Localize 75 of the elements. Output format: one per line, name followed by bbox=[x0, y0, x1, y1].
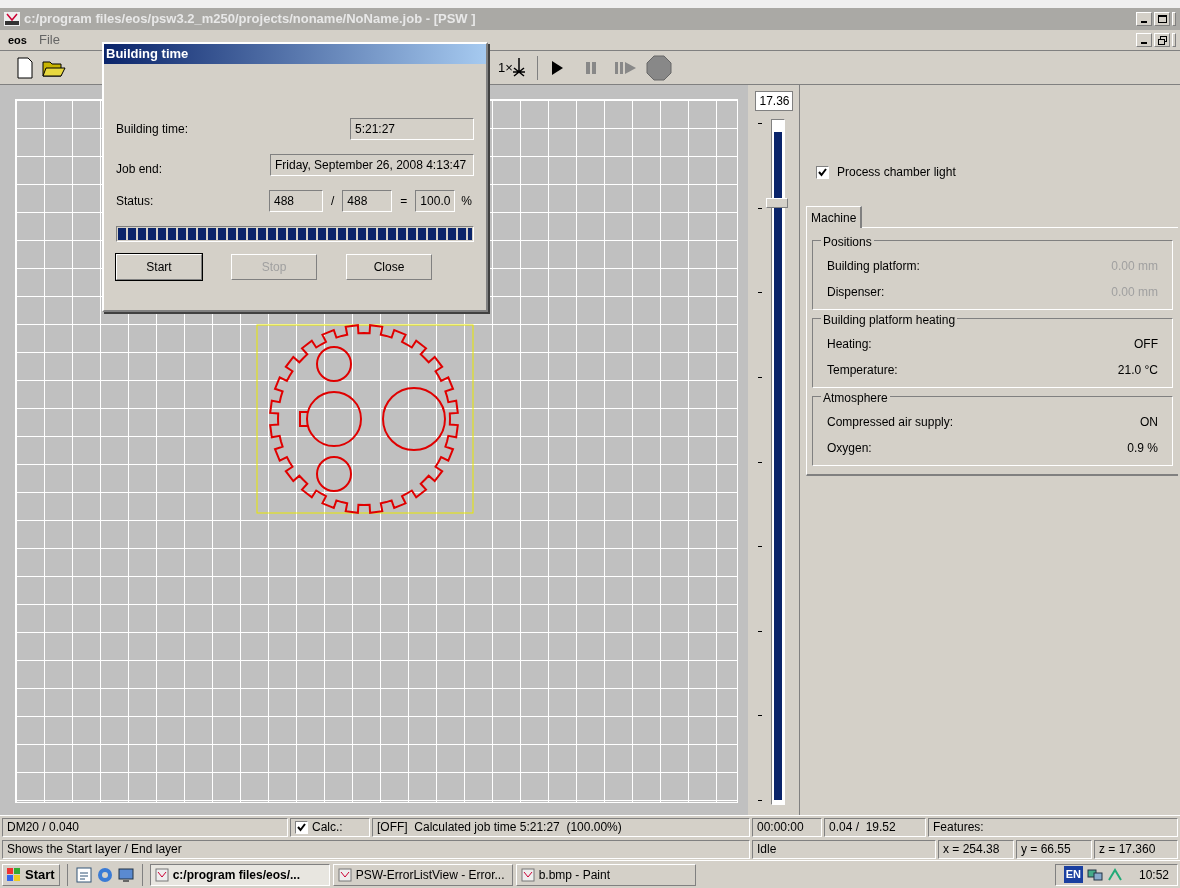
field-value: ON bbox=[1140, 414, 1158, 431]
status-cell: z = 17.360 bbox=[1094, 839, 1178, 859]
checkbox[interactable] bbox=[816, 165, 829, 179]
restore-icon bbox=[1157, 35, 1167, 45]
building-time-field[interactable]: 5:21:27 bbox=[350, 118, 474, 140]
tab[interactable]: Machine bbox=[806, 206, 863, 228]
play-icon[interactable] bbox=[549, 59, 564, 76]
windows-logo-icon bbox=[7, 867, 21, 882]
percent-field[interactable]: 100.0 bbox=[415, 190, 456, 212]
stop-icon[interactable] bbox=[645, 54, 672, 81]
desktop-icon[interactable] bbox=[116, 865, 135, 884]
start-button[interactable]: Start bbox=[2, 863, 60, 886]
minimize-icon bbox=[1141, 21, 1147, 23]
maximize-icon bbox=[1157, 15, 1167, 23]
field-label: Dispenser: bbox=[827, 284, 885, 301]
status-hint: Shows the Start layer / End layer bbox=[2, 839, 750, 859]
taskbar-button[interactable]: b.bmp - Paint bbox=[515, 863, 696, 886]
layer-field[interactable]: 17.36 bbox=[754, 91, 793, 111]
network-icon[interactable] bbox=[1086, 867, 1103, 882]
app-icon bbox=[520, 867, 535, 882]
status-cell: x = 254.38 bbox=[938, 839, 1014, 859]
menu-item[interactable]: File bbox=[38, 30, 60, 50]
unit-text: % bbox=[461, 193, 473, 210]
app-icon bbox=[154, 867, 169, 882]
field-label: Heating: bbox=[827, 336, 872, 353]
separator-text: = bbox=[400, 193, 408, 210]
field-label: Job end: bbox=[116, 161, 163, 178]
layer-total-field[interactable]: 488 bbox=[342, 190, 393, 212]
job-end-field[interactable]: Friday, September 26, 2008 4:13:47 bbox=[270, 154, 474, 176]
layer-exposure-button[interactable]: 1× bbox=[498, 57, 525, 78]
field-value: 0.9 % bbox=[1127, 440, 1158, 457]
check-icon bbox=[297, 822, 306, 832]
window-title: c:/program files/eos/psw3.2_m250/projects/noname/NoName.job - [PSW ] bbox=[24, 10, 476, 29]
browser-icon[interactable] bbox=[95, 865, 114, 884]
notepad-icon[interactable] bbox=[74, 865, 93, 884]
language-indicator[interactable]: EN bbox=[1063, 866, 1083, 883]
field-label: Compressed air supply: bbox=[827, 414, 954, 431]
field-label: Status: bbox=[116, 193, 155, 210]
field-label: Oxygen: bbox=[827, 440, 872, 457]
laser-icon bbox=[512, 57, 525, 78]
status-cell: Features: bbox=[928, 817, 1178, 837]
status-cell: y = 66.55 bbox=[1016, 839, 1092, 859]
app-icon bbox=[337, 867, 352, 882]
field-label: Building platform: bbox=[827, 258, 920, 275]
checkbox-label: Process chamber light bbox=[837, 164, 956, 181]
slider-thumb[interactable] bbox=[766, 198, 788, 209]
field-value: 21.0 °C bbox=[1117, 362, 1158, 379]
new-file-icon[interactable] bbox=[16, 56, 34, 79]
field-label: Building time: bbox=[116, 121, 189, 138]
dialog-title: Building time bbox=[106, 45, 189, 64]
status-cell: 00:00:00 bbox=[752, 817, 822, 837]
clock: 10:52 bbox=[1138, 866, 1169, 884]
checkbox[interactable] bbox=[295, 820, 308, 834]
minimize-icon bbox=[1141, 42, 1147, 44]
status-cell: 0.04 / 19.52 bbox=[824, 817, 926, 837]
taskbar-button[interactable]: PSW-ErrorListView - Error... bbox=[332, 863, 513, 886]
dialog-button[interactable]: Start bbox=[116, 254, 202, 280]
restore-button[interactable] bbox=[1154, 33, 1170, 47]
minimize-button[interactable] bbox=[1136, 33, 1152, 47]
taskbar-button[interactable]: c:/program files/eos/... bbox=[149, 863, 330, 886]
layer-done-field[interactable]: 488 bbox=[269, 190, 323, 212]
status-cell: Idle bbox=[752, 839, 936, 859]
field-value: OFF bbox=[1134, 336, 1158, 353]
layer-slider[interactable] bbox=[766, 119, 790, 805]
maximize-button[interactable] bbox=[1154, 12, 1170, 26]
separator-text: / bbox=[331, 193, 335, 210]
menu-item[interactable]: eos bbox=[8, 31, 27, 49]
checkbox-label: Calc.: bbox=[312, 819, 343, 836]
app-icon bbox=[4, 12, 20, 26]
field-label: Temperature: bbox=[827, 362, 898, 379]
minimize-button[interactable] bbox=[1136, 12, 1152, 26]
check-icon bbox=[818, 167, 827, 177]
status-cell: DM20 / 0.040 bbox=[2, 817, 288, 837]
status-cell: [OFF] Calculated job time 5:21:27 (100.00%) bbox=[372, 817, 750, 837]
dialog-button[interactable]: Close bbox=[346, 254, 432, 280]
